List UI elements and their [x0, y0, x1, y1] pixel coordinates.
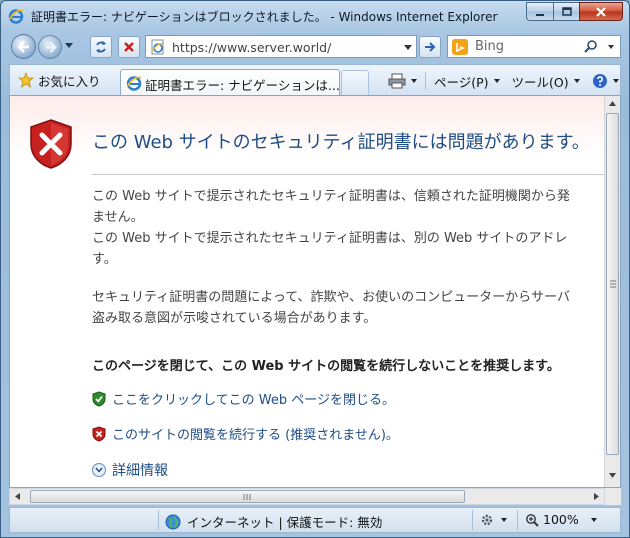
text-line: ません。: [92, 210, 144, 225]
maximize-icon: [561, 6, 572, 16]
address-bar[interactable]: https://www.server.world/: [145, 35, 417, 58]
close-icon: [596, 6, 606, 17]
back-button[interactable]: [11, 34, 36, 59]
zoom-level: 100%: [543, 512, 579, 527]
security-zone[interactable]: インターネット | 保護モード: 無効: [165, 512, 382, 531]
command-bar: ページ(P) ツール(O): [382, 69, 625, 93]
stop-icon: [124, 42, 134, 52]
arrow-left-icon: [16, 40, 29, 53]
new-tab-button[interactable]: [341, 70, 369, 95]
close-button[interactable]: [579, 2, 623, 21]
browser-window: 証明書エラー: ナビゲーションはブロックされました。 - Windows Int…: [0, 0, 630, 538]
continue-site-link-label[interactable]: このサイトの閲覧を続行する (推奨されません)。: [112, 424, 399, 443]
text-line: セキュリティ証明書の問題によって、詐欺や、お使いのコンピューターからサーバ: [92, 290, 571, 305]
close-page-link-label[interactable]: ここをクリックしてこの Web ページを閉じる。: [112, 389, 395, 408]
shield-ok-icon: [92, 390, 106, 407]
vertical-scroll-thumb[interactable]: [606, 113, 619, 455]
address-dropdown[interactable]: [404, 45, 412, 50]
chevron-down-icon: [612, 79, 619, 83]
title-bar: 証明書エラー: ナビゲーションはブロックされました。 - Windows Int…: [1, 1, 629, 29]
certificate-problems-text: この Web サイトで提示されたセキュリティ証明書は、信頼された証明機関から発 …: [92, 186, 570, 270]
horizontal-scrollbar[interactable]: [9, 488, 605, 505]
star-icon: [18, 72, 34, 88]
chevron-down-icon: [501, 518, 507, 522]
compatibility-view-button[interactable]: [90, 36, 112, 58]
text-line: この Web サイトで提示されたセキュリティ証明書は、信頼された証明機関から発: [92, 189, 570, 204]
page-title: この Web サイトのセキュリティ証明書には問題があります。: [92, 132, 590, 153]
printer-icon: [388, 73, 406, 89]
shield-error-icon: [92, 425, 106, 442]
tools-menu-label: ツール(O): [511, 74, 569, 90]
refresh-icon: [96, 41, 106, 53]
chevron-down-icon: [92, 463, 106, 477]
print-button[interactable]: [382, 73, 423, 89]
horizontal-scroll-thumb[interactable]: [30, 490, 465, 503]
address-url[interactable]: https://www.server.world/: [172, 40, 331, 55]
vertical-scrollbar[interactable]: [604, 96, 620, 487]
security-warning-text: セキュリティ証明書の問題によって、詐欺や、お使いのコンピューターからサーバ 盗み…: [92, 287, 570, 329]
chevron-down-icon: [590, 517, 597, 522]
divider: [92, 174, 620, 175]
close-page-link[interactable]: ここをクリックしてこの Web ページを閉じる。: [92, 389, 395, 408]
page-content: この Web サイトのセキュリティ証明書には問題があります。 この Web サイ…: [9, 95, 621, 488]
help-menu[interactable]: [586, 73, 625, 89]
minimize-icon: [536, 13, 544, 16]
scroll-right-arrow-icon[interactable]: [594, 493, 599, 500]
scrollbar-corner: [605, 488, 621, 505]
scroll-left-arrow-icon[interactable]: [15, 493, 20, 500]
page-icon: [151, 39, 165, 55]
separator: [517, 510, 518, 530]
forward-button[interactable]: [38, 35, 62, 59]
status-bar: インターネット | 保護モード: 無効 100%: [9, 507, 621, 533]
separator: [472, 510, 473, 530]
bing-icon: [452, 39, 468, 55]
favorites-bar: お気に入り 証明書エラー: ナビゲーションは... ページ(P) ツール(O): [9, 64, 621, 96]
recommendation-text: このページを閉じて、この Web サイトの閲覧を続行しないことを推奨します。: [92, 359, 560, 374]
page-menu-label: ページ(P): [434, 74, 489, 90]
search-box[interactable]: Bing: [447, 35, 621, 58]
minimize-button[interactable]: [526, 2, 553, 21]
popup-blocker-button[interactable]: [480, 513, 507, 527]
more-info-label[interactable]: 詳細情報: [112, 460, 168, 480]
separator: [158, 510, 159, 530]
zoom-icon: [526, 513, 539, 527]
search-placeholder: Bing: [475, 39, 505, 54]
favorites-button[interactable]: お気に入り: [14, 68, 105, 92]
go-button[interactable]: [419, 36, 441, 58]
zoom-control[interactable]: 100%: [525, 512, 597, 527]
continue-site-link[interactable]: このサイトの閲覧を続行する (推奨されません)。: [92, 424, 399, 443]
search-icon[interactable]: [584, 39, 598, 53]
help-icon: [592, 74, 607, 88]
chevron-down-icon: [493, 79, 500, 83]
browser-tab[interactable]: 証明書エラー: ナビゲーションは...: [120, 69, 340, 96]
window-controls: [526, 2, 623, 21]
text-line: この Web サイトで提示されたセキュリティ証明書は、別の Web サイトのアド…: [92, 231, 568, 246]
internet-explorer-icon: [8, 9, 24, 24]
gear-icon: [481, 514, 493, 526]
arrow-right-icon: [425, 42, 436, 52]
scroll-down-arrow-icon[interactable]: [609, 473, 616, 478]
search-options-dropdown[interactable]: [608, 45, 614, 49]
tools-menu[interactable]: ツール(O): [506, 72, 586, 91]
text-line: す。: [92, 252, 117, 267]
internet-explorer-icon: [126, 76, 142, 91]
separator: [425, 72, 426, 90]
tab-title: 証明書エラー: ナビゲーションは...: [145, 78, 340, 93]
text-line: 盗み取る意図が示唆されている場合があります。: [92, 311, 377, 326]
navigation-bar: https://www.server.world/ Bing: [1, 31, 629, 63]
history-dropdown[interactable]: [65, 43, 73, 48]
security-zone-label: インターネット | 保護モード: 無効: [187, 515, 383, 530]
more-info-toggle[interactable]: 詳細情報: [92, 460, 168, 480]
favorites-label: お気に入り: [38, 73, 101, 89]
page-menu[interactable]: ページ(P): [428, 72, 506, 91]
scroll-up-arrow-icon[interactable]: [609, 101, 616, 106]
stop-button[interactable]: [118, 36, 140, 58]
maximize-button[interactable]: [553, 2, 579, 21]
window-title: 証明書エラー: ナビゲーションはブロックされました。 - Windows Int…: [31, 10, 498, 24]
chevron-down-icon: [573, 79, 580, 83]
arrow-right-icon: [45, 41, 57, 53]
globe-icon: [165, 514, 181, 529]
print-dropdown[interactable]: [411, 79, 417, 83]
shield-error-icon: [30, 119, 72, 169]
